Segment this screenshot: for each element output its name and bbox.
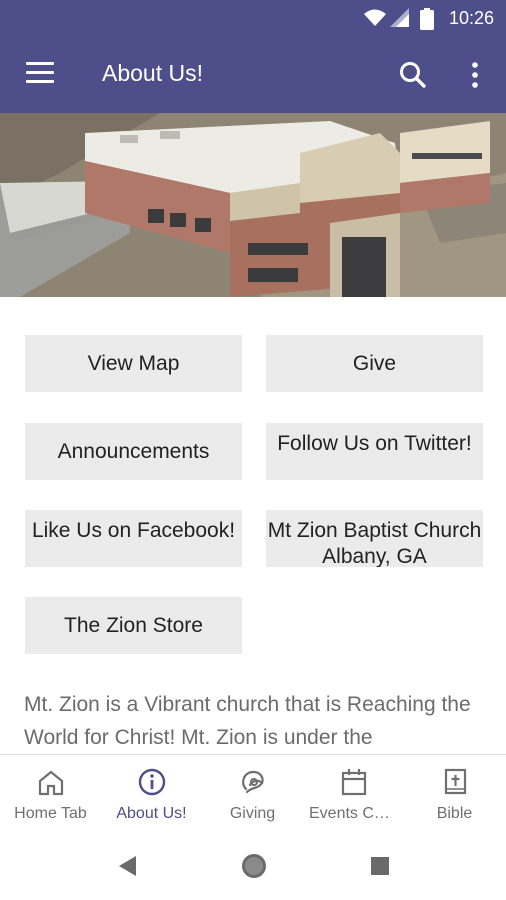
page-title: About Us! bbox=[102, 60, 203, 86]
info-icon bbox=[138, 768, 166, 796]
status-time: 10:26 bbox=[448, 8, 494, 28]
recents-icon[interactable] bbox=[370, 856, 390, 876]
follow-twitter-button[interactable]: Follow Us on Twitter! bbox=[266, 423, 483, 480]
tab-about-us[interactable]: About Us! bbox=[101, 755, 202, 837]
tab-bible-label: Bible bbox=[436, 805, 473, 822]
signal-icon bbox=[390, 8, 409, 27]
tab-giving-label: Giving bbox=[229, 805, 276, 822]
church-description: Mt. Zion is a Vibrant church that is Rea… bbox=[24, 693, 471, 749]
zion-store-button[interactable]: The Zion Store bbox=[25, 597, 242, 654]
status-bar: 10:26 bbox=[0, 0, 506, 36]
church-building-image bbox=[0, 113, 506, 297]
wifi-icon bbox=[364, 9, 386, 26]
calendar-icon bbox=[341, 769, 367, 796]
like-facebook-button[interactable]: Like Us on Facebook! bbox=[25, 510, 242, 567]
give-button[interactable]: Give bbox=[266, 335, 483, 392]
tab-giving[interactable]: Giving bbox=[202, 755, 303, 837]
bible-icon bbox=[444, 768, 467, 795]
back-icon[interactable] bbox=[116, 854, 138, 878]
system-navigation-bar bbox=[0, 836, 506, 900]
mt-zion-church-button[interactable]: Mt Zion Baptist Church Albany, GA bbox=[266, 510, 483, 567]
menu-icon[interactable] bbox=[26, 62, 54, 86]
search-icon[interactable] bbox=[398, 60, 428, 90]
tab-about-us-label: About Us! bbox=[116, 805, 187, 822]
battery-icon bbox=[420, 8, 434, 30]
bottom-navigation: Home Tab About Us! Giving Events Calenda… bbox=[0, 754, 506, 836]
tab-bible[interactable]: Bible bbox=[404, 755, 505, 837]
tab-home-label: Home Tab bbox=[14, 805, 87, 822]
tab-home[interactable]: Home Tab bbox=[0, 755, 101, 837]
giving-icon bbox=[242, 770, 264, 794]
view-map-button[interactable]: View Map bbox=[25, 335, 242, 392]
tab-events-calendar-label: Events Calendar bbox=[309, 805, 404, 822]
more-options-icon[interactable] bbox=[465, 60, 485, 90]
home-button-icon[interactable] bbox=[240, 852, 268, 880]
tab-events-calendar[interactable]: Events Calendar bbox=[303, 755, 404, 837]
announcements-button[interactable]: Announcements bbox=[25, 423, 242, 480]
app-bar: About Us! bbox=[0, 36, 506, 113]
home-icon bbox=[38, 770, 64, 796]
